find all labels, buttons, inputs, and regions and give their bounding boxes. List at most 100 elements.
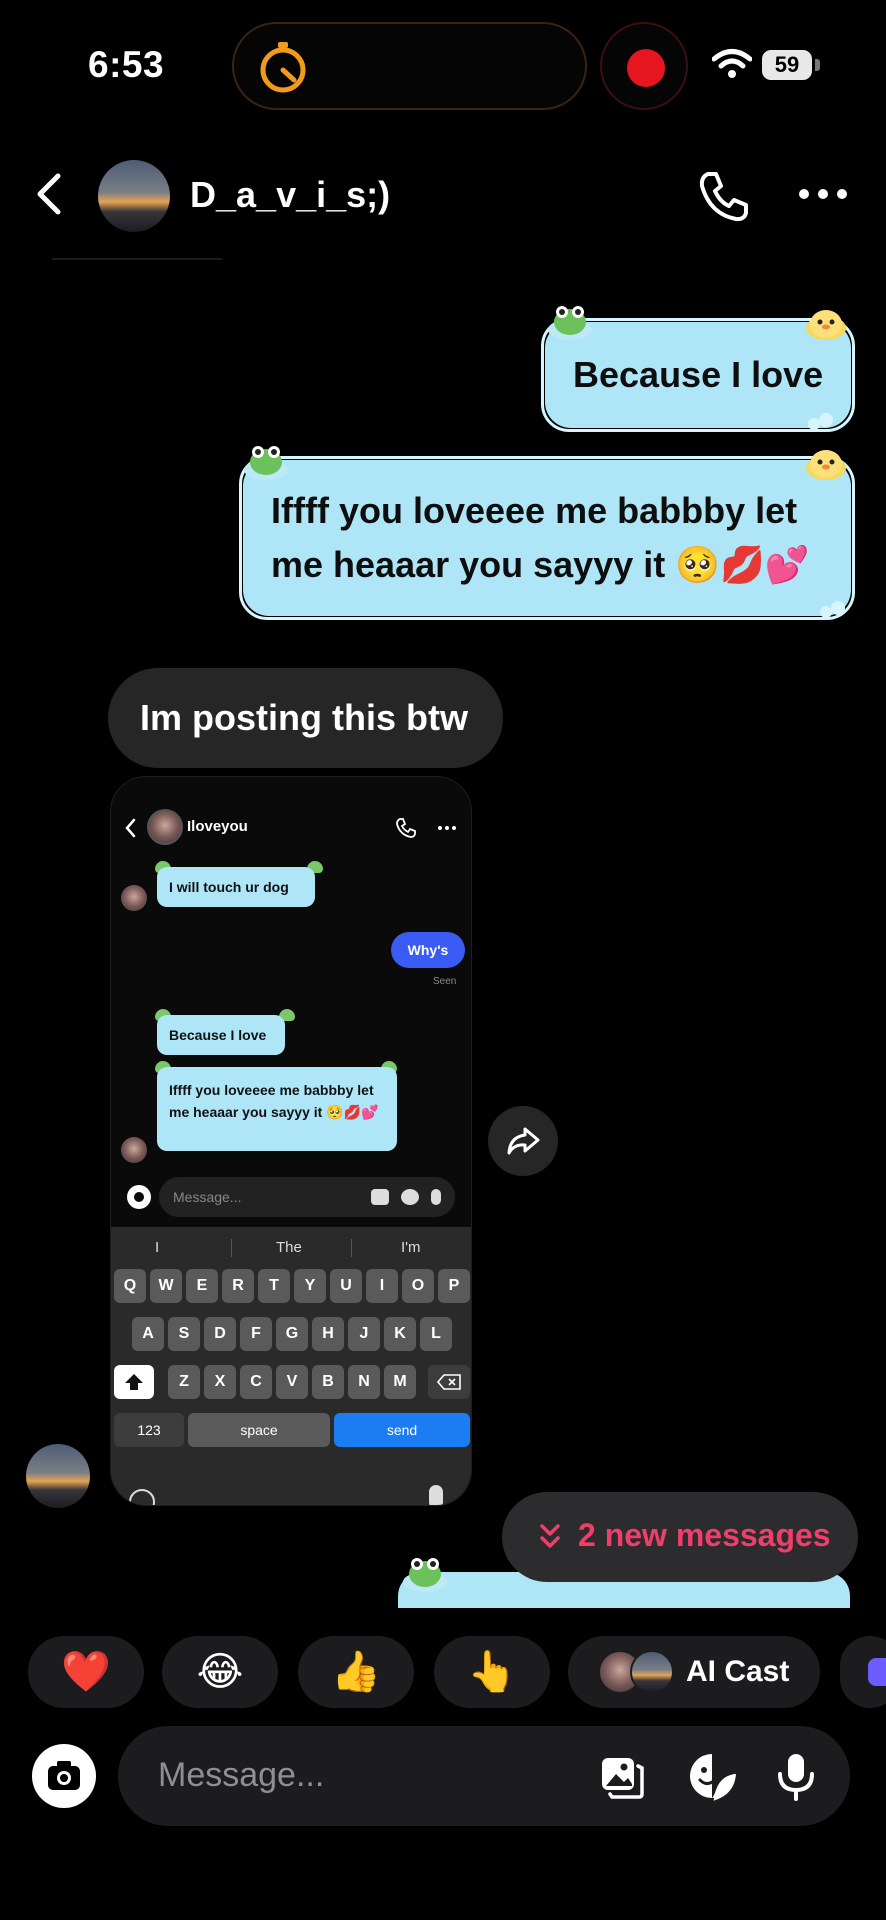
screenshot-content: Iloveyou I will touch ur dog Why's Seen … bbox=[111, 777, 471, 1505]
key: R bbox=[222, 1269, 254, 1303]
avatar bbox=[147, 809, 183, 845]
key: D bbox=[204, 1317, 236, 1351]
back-icon[interactable] bbox=[30, 170, 70, 218]
avatar bbox=[121, 885, 147, 911]
key: F bbox=[240, 1317, 272, 1351]
shift-key bbox=[114, 1365, 154, 1399]
sticker-icon[interactable] bbox=[686, 1750, 738, 1802]
space-key: space bbox=[188, 1413, 330, 1447]
divider bbox=[52, 258, 222, 260]
wifi-icon bbox=[712, 49, 752, 78]
received-message-bubble[interactable]: Im posting this btw bbox=[108, 668, 503, 768]
backspace-key bbox=[428, 1365, 470, 1399]
chat-header: D_a_v_i_s;) bbox=[0, 150, 886, 240]
more-reactions-button[interactable] bbox=[840, 1636, 886, 1708]
message-input[interactable]: Message... bbox=[158, 1756, 324, 1795]
keyboard-suggestion: I'm bbox=[401, 1239, 421, 1256]
quick-reaction-thumbs-up[interactable]: 👍 bbox=[298, 1636, 414, 1708]
status-time: 6:53 bbox=[88, 44, 165, 85]
more-icon[interactable] bbox=[798, 186, 848, 202]
shift-icon bbox=[125, 1374, 143, 1390]
numbers-key: 123 bbox=[114, 1413, 184, 1447]
avatar bbox=[630, 1650, 674, 1694]
chevrons-down-icon bbox=[540, 1524, 560, 1548]
key: L bbox=[420, 1317, 452, 1351]
frog-sticker-icon bbox=[244, 446, 288, 480]
divider bbox=[351, 1239, 352, 1257]
key: Z bbox=[168, 1365, 200, 1399]
quick-reaction-heart[interactable]: ❤️ bbox=[28, 1636, 144, 1708]
key: A bbox=[132, 1317, 164, 1351]
divider bbox=[231, 1239, 232, 1257]
key: J bbox=[348, 1317, 380, 1351]
sticker-icon bbox=[401, 1189, 419, 1205]
new-messages-button[interactable]: 2 new messages bbox=[502, 1492, 858, 1582]
screenshot-message: I will touch ur dog bbox=[157, 867, 315, 907]
shared-screenshot-image[interactable]: Iloveyou I will touch ur dog Why's Seen … bbox=[110, 776, 472, 1506]
key: M bbox=[384, 1365, 416, 1399]
frog-sticker-icon bbox=[548, 306, 592, 340]
share-button[interactable] bbox=[488, 1106, 558, 1176]
screenshot-message: Iffff you loveeee me babbby let me heaaa… bbox=[157, 1067, 397, 1151]
key: C bbox=[240, 1365, 272, 1399]
key: E bbox=[186, 1269, 218, 1303]
battery-nub bbox=[815, 59, 820, 71]
key: B bbox=[312, 1365, 344, 1399]
share-icon bbox=[507, 1127, 540, 1155]
frog-sticker-icon bbox=[403, 1558, 447, 1592]
phone-icon bbox=[396, 818, 416, 838]
camera-button[interactable] bbox=[32, 1744, 96, 1808]
screenshot-message: Why's bbox=[391, 932, 465, 968]
emoji-icon bbox=[129, 1489, 155, 1505]
contact-avatar[interactable] bbox=[98, 160, 170, 232]
mic-icon bbox=[429, 1485, 443, 1505]
seen-label: Seen bbox=[433, 976, 457, 987]
key: Y bbox=[294, 1269, 326, 1303]
mic-icon bbox=[431, 1189, 441, 1205]
more-icon bbox=[438, 826, 456, 830]
keyboard: I The I'm Q W E R T Y U I O P A S D F G … bbox=[111, 1227, 471, 1505]
gallery-icon[interactable] bbox=[596, 1750, 648, 1802]
camera-icon bbox=[127, 1185, 151, 1209]
battery-indicator: 59 bbox=[762, 50, 812, 80]
camera-icon bbox=[48, 1761, 80, 1790]
key: U bbox=[330, 1269, 362, 1303]
timer-icon bbox=[260, 42, 306, 93]
backspace-icon bbox=[436, 1374, 461, 1390]
ai-cast-label: AI Cast bbox=[686, 1655, 790, 1688]
ai-cast-button[interactable]: AI Cast bbox=[568, 1636, 820, 1708]
game-icon bbox=[868, 1658, 886, 1686]
sent-message-bubble[interactable]: Iffff you loveeee me babbby let me heaaa… bbox=[243, 460, 851, 616]
chick-sticker-icon bbox=[806, 450, 846, 480]
quick-reaction-laugh[interactable]: 😂 bbox=[162, 1636, 278, 1708]
key: T bbox=[258, 1269, 290, 1303]
back-icon bbox=[125, 818, 136, 838]
sender-avatar[interactable] bbox=[26, 1444, 90, 1508]
phone-icon[interactable] bbox=[696, 168, 752, 224]
send-key: send bbox=[334, 1413, 470, 1447]
screenshot-composer: Message... bbox=[121, 1175, 463, 1219]
screenshot-message: Because I love bbox=[157, 1015, 285, 1055]
quick-reaction-point-up[interactable]: 👆 bbox=[434, 1636, 550, 1708]
new-messages-label: 2 new messages bbox=[578, 1517, 831, 1553]
status-bar: 6:53 59 bbox=[0, 0, 886, 120]
key: X bbox=[204, 1365, 236, 1399]
keyboard-suggestion: I bbox=[155, 1239, 160, 1256]
message-composer[interactable]: Message... bbox=[118, 1726, 850, 1826]
key: P bbox=[438, 1269, 470, 1303]
key: N bbox=[348, 1365, 380, 1399]
bubbles-decoration-icon bbox=[820, 601, 845, 618]
screenshot-contact-name: Iloveyou bbox=[187, 818, 248, 835]
chick-sticker-icon bbox=[806, 310, 846, 340]
contact-name[interactable]: D_a_v_i_s;) bbox=[190, 174, 390, 216]
key: S bbox=[168, 1317, 200, 1351]
screen-recording-indicator[interactable] bbox=[600, 22, 688, 110]
key: I bbox=[366, 1269, 398, 1303]
key: K bbox=[384, 1317, 416, 1351]
key: G bbox=[276, 1317, 308, 1351]
key: O bbox=[402, 1269, 434, 1303]
dynamic-island bbox=[232, 22, 587, 110]
key: H bbox=[312, 1317, 344, 1351]
avatar bbox=[121, 1137, 147, 1163]
mic-icon[interactable] bbox=[770, 1750, 822, 1802]
